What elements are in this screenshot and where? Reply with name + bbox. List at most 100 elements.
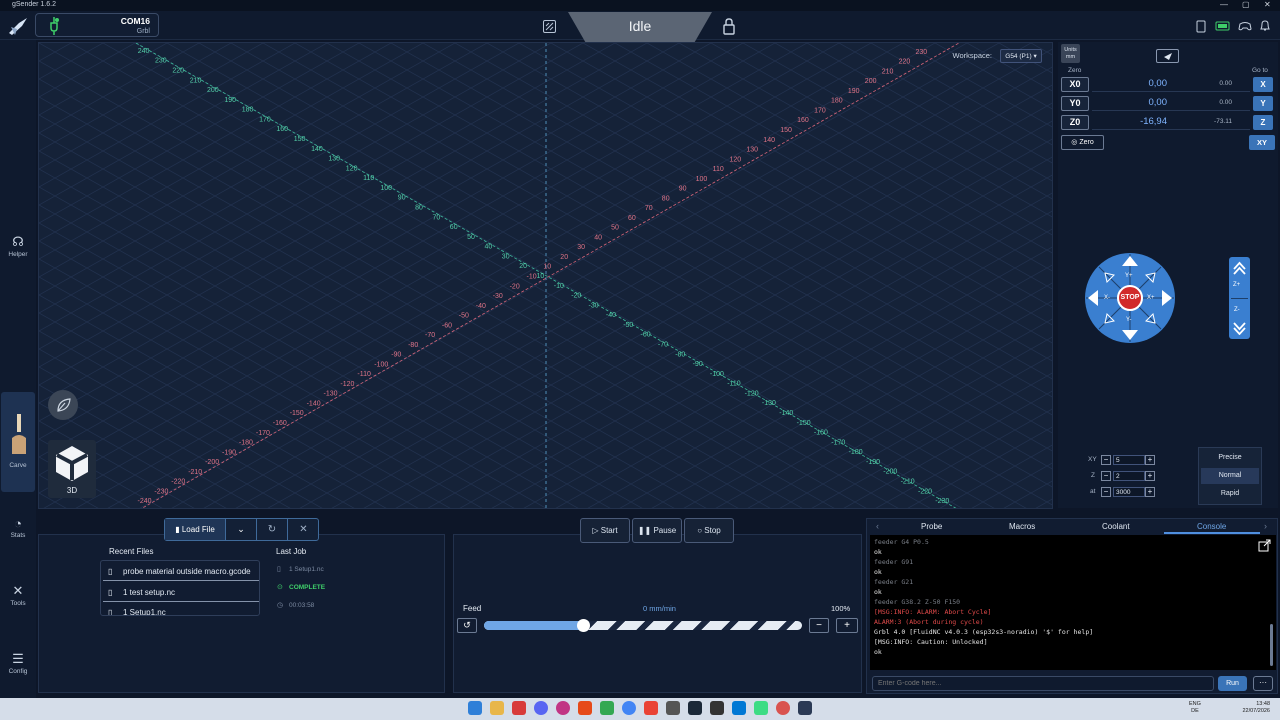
green-axis-tick-label: -150 xyxy=(797,420,811,427)
tab-coolant[interactable]: Coolant xyxy=(1102,522,1130,531)
brave-browser-icon[interactable] xyxy=(512,701,526,715)
xy-step-input[interactable]: 5 xyxy=(1113,455,1145,465)
speed-rapid[interactable]: Rapid xyxy=(1201,486,1259,502)
z-step-decrease[interactable]: − xyxy=(1101,471,1111,481)
phone-icon[interactable] xyxy=(1196,20,1206,36)
workspace-select[interactable]: G54 (P1) ▾ xyxy=(1000,49,1042,63)
gcode-input[interactable] xyxy=(872,676,1214,691)
tab-macros[interactable]: Macros xyxy=(1009,522,1035,531)
nav-helper[interactable]: ☊ Helper xyxy=(0,234,36,258)
vscode-icon[interactable] xyxy=(732,701,746,715)
steam-icon[interactable] xyxy=(688,701,702,715)
zero-y-button[interactable]: Y0 xyxy=(1061,96,1089,111)
zero-z-button[interactable]: Z0 xyxy=(1061,115,1089,130)
stop-button[interactable]: STOP xyxy=(1117,285,1143,311)
close-file-icon[interactable]: ✕ xyxy=(288,519,319,540)
start-menu-icon[interactable] xyxy=(468,701,482,715)
green-axis-tick-label: 220 xyxy=(172,68,184,75)
minimize-icon[interactable]: — xyxy=(1220,0,1228,9)
popout-icon[interactable] xyxy=(1258,539,1271,552)
nav-carve[interactable]: Carve xyxy=(1,392,35,492)
feed-override-slider[interactable] xyxy=(484,619,802,632)
units-toggle[interactable]: Units mm xyxy=(1061,44,1080,63)
stop-job-button[interactable]: ○ Stop xyxy=(684,518,734,543)
run-button[interactable]: Run xyxy=(1218,676,1247,691)
maximize-icon[interactable]: ▢ xyxy=(1242,0,1250,9)
zero-x-button[interactable]: X0 xyxy=(1061,77,1089,92)
discord-icon[interactable] xyxy=(534,701,548,715)
app-icon[interactable] xyxy=(578,701,592,715)
reset-feed-icon[interactable]: ↺ xyxy=(457,618,477,633)
app-icon[interactable] xyxy=(710,701,724,715)
z-minus-label[interactable]: Z- xyxy=(1234,307,1240,313)
goto-xy-button[interactable]: XY xyxy=(1249,135,1275,150)
app-icon[interactable] xyxy=(556,701,570,715)
chevron-down-icon[interactable]: ⌄ xyxy=(226,519,257,540)
feed-step-decrease[interactable]: − xyxy=(1101,487,1111,497)
more-icon[interactable]: ··· xyxy=(1253,676,1273,691)
tab-console[interactable]: Console xyxy=(1197,522,1226,531)
battery-icon[interactable] xyxy=(1215,21,1231,34)
red-axis-tick-label: 120 xyxy=(730,156,742,163)
bell-icon[interactable] xyxy=(1259,19,1271,35)
file-explorer-icon[interactable] xyxy=(490,701,504,715)
goto-y-button[interactable]: Y xyxy=(1253,96,1273,111)
console-line: feeder G91 xyxy=(874,558,914,566)
machine-position: 0.00 xyxy=(1219,99,1232,106)
close-icon[interactable]: ✕ xyxy=(1264,0,1271,9)
unlock-icon[interactable] xyxy=(722,17,736,35)
z-jog-buttons[interactable]: Z+ Z- xyxy=(1229,257,1250,339)
jog-feed-input[interactable]: 3000 xyxy=(1113,487,1145,497)
goto-z-button[interactable]: Z xyxy=(1253,115,1273,130)
recent-file-item[interactable]: ▯ 1 test setup.nc xyxy=(103,584,259,602)
z-step-input[interactable]: 2 xyxy=(1113,471,1145,481)
send-button[interactable] xyxy=(1156,49,1179,63)
speed-precise[interactable]: Precise xyxy=(1201,450,1259,466)
feed-decrease-button[interactable]: − xyxy=(809,618,829,633)
view-3d-button[interactable]: 3D xyxy=(48,440,96,498)
speed-normal[interactable]: Normal xyxy=(1201,468,1259,484)
gmail-icon[interactable] xyxy=(644,701,658,715)
google-icon[interactable] xyxy=(622,701,636,715)
app-icon[interactable] xyxy=(666,701,680,715)
feed-step-increase[interactable]: + xyxy=(1145,487,1155,497)
work-position[interactable]: -16,94 xyxy=(1112,116,1167,127)
pause-button[interactable]: ❚❚ Pause xyxy=(632,518,682,543)
z-plus-label[interactable]: Z+ xyxy=(1233,282,1240,288)
clock[interactable]: 13:48 22/07/2026 xyxy=(1238,701,1270,715)
visualizer[interactable]: 240 230 220 210 200 190 180 170 160 150 140 130 120 1… xyxy=(38,42,1053,509)
tab-probe[interactable]: Probe xyxy=(921,522,942,531)
work-position[interactable]: 0,00 xyxy=(1112,78,1168,89)
axis-y-readout: 0,00 0.00 xyxy=(1092,96,1250,111)
nav-tools[interactable]: ✕ Tools xyxy=(0,583,36,607)
goto-x-button[interactable]: X xyxy=(1253,77,1273,92)
recent-file-item[interactable]: ▯ 1 Setup1.nc xyxy=(103,604,259,615)
nav-stats[interactable]: ◔ Stats xyxy=(0,516,36,539)
feed-slider-handle[interactable] xyxy=(576,619,590,632)
xy-step-increase[interactable]: + xyxy=(1145,455,1155,465)
console-scrollbar[interactable] xyxy=(1270,624,1273,666)
leaf-button[interactable] xyxy=(48,390,78,420)
start-button[interactable]: ▷ Start xyxy=(580,518,630,543)
language-indicator[interactable]: ENG DE xyxy=(1189,701,1201,715)
gsender-taskbar-icon[interactable] xyxy=(798,701,812,715)
red-axis-tick-label: -10 xyxy=(527,274,537,281)
zero-all-button[interactable]: ◎ Zero xyxy=(1061,135,1104,150)
app-icon[interactable] xyxy=(776,701,790,715)
tab-next-icon[interactable]: › xyxy=(1264,521,1267,531)
reload-icon[interactable]: ↻ xyxy=(257,519,288,540)
feed-increase-button[interactable]: + xyxy=(836,618,858,633)
drive-icon[interactable] xyxy=(600,701,614,715)
tab-prev-icon[interactable]: ‹ xyxy=(876,521,879,531)
green-axis-tick-label: 180 xyxy=(242,107,254,114)
android-icon[interactable] xyxy=(754,701,768,715)
nav-config[interactable]: ☰ Config xyxy=(0,651,36,675)
work-position[interactable]: 0,00 xyxy=(1112,97,1168,108)
outline-icon[interactable] xyxy=(543,20,556,33)
z-step-increase[interactable]: + xyxy=(1145,471,1155,481)
gamepad-icon[interactable] xyxy=(1238,20,1252,35)
load-file-button[interactable]: ▮ Load File xyxy=(165,519,226,540)
connection-button[interactable]: COM16 Grbl xyxy=(35,13,159,37)
recent-file-item[interactable]: ▯ probe material outside macro.gcode xyxy=(103,563,259,581)
xy-step-decrease[interactable]: − xyxy=(1101,455,1111,465)
